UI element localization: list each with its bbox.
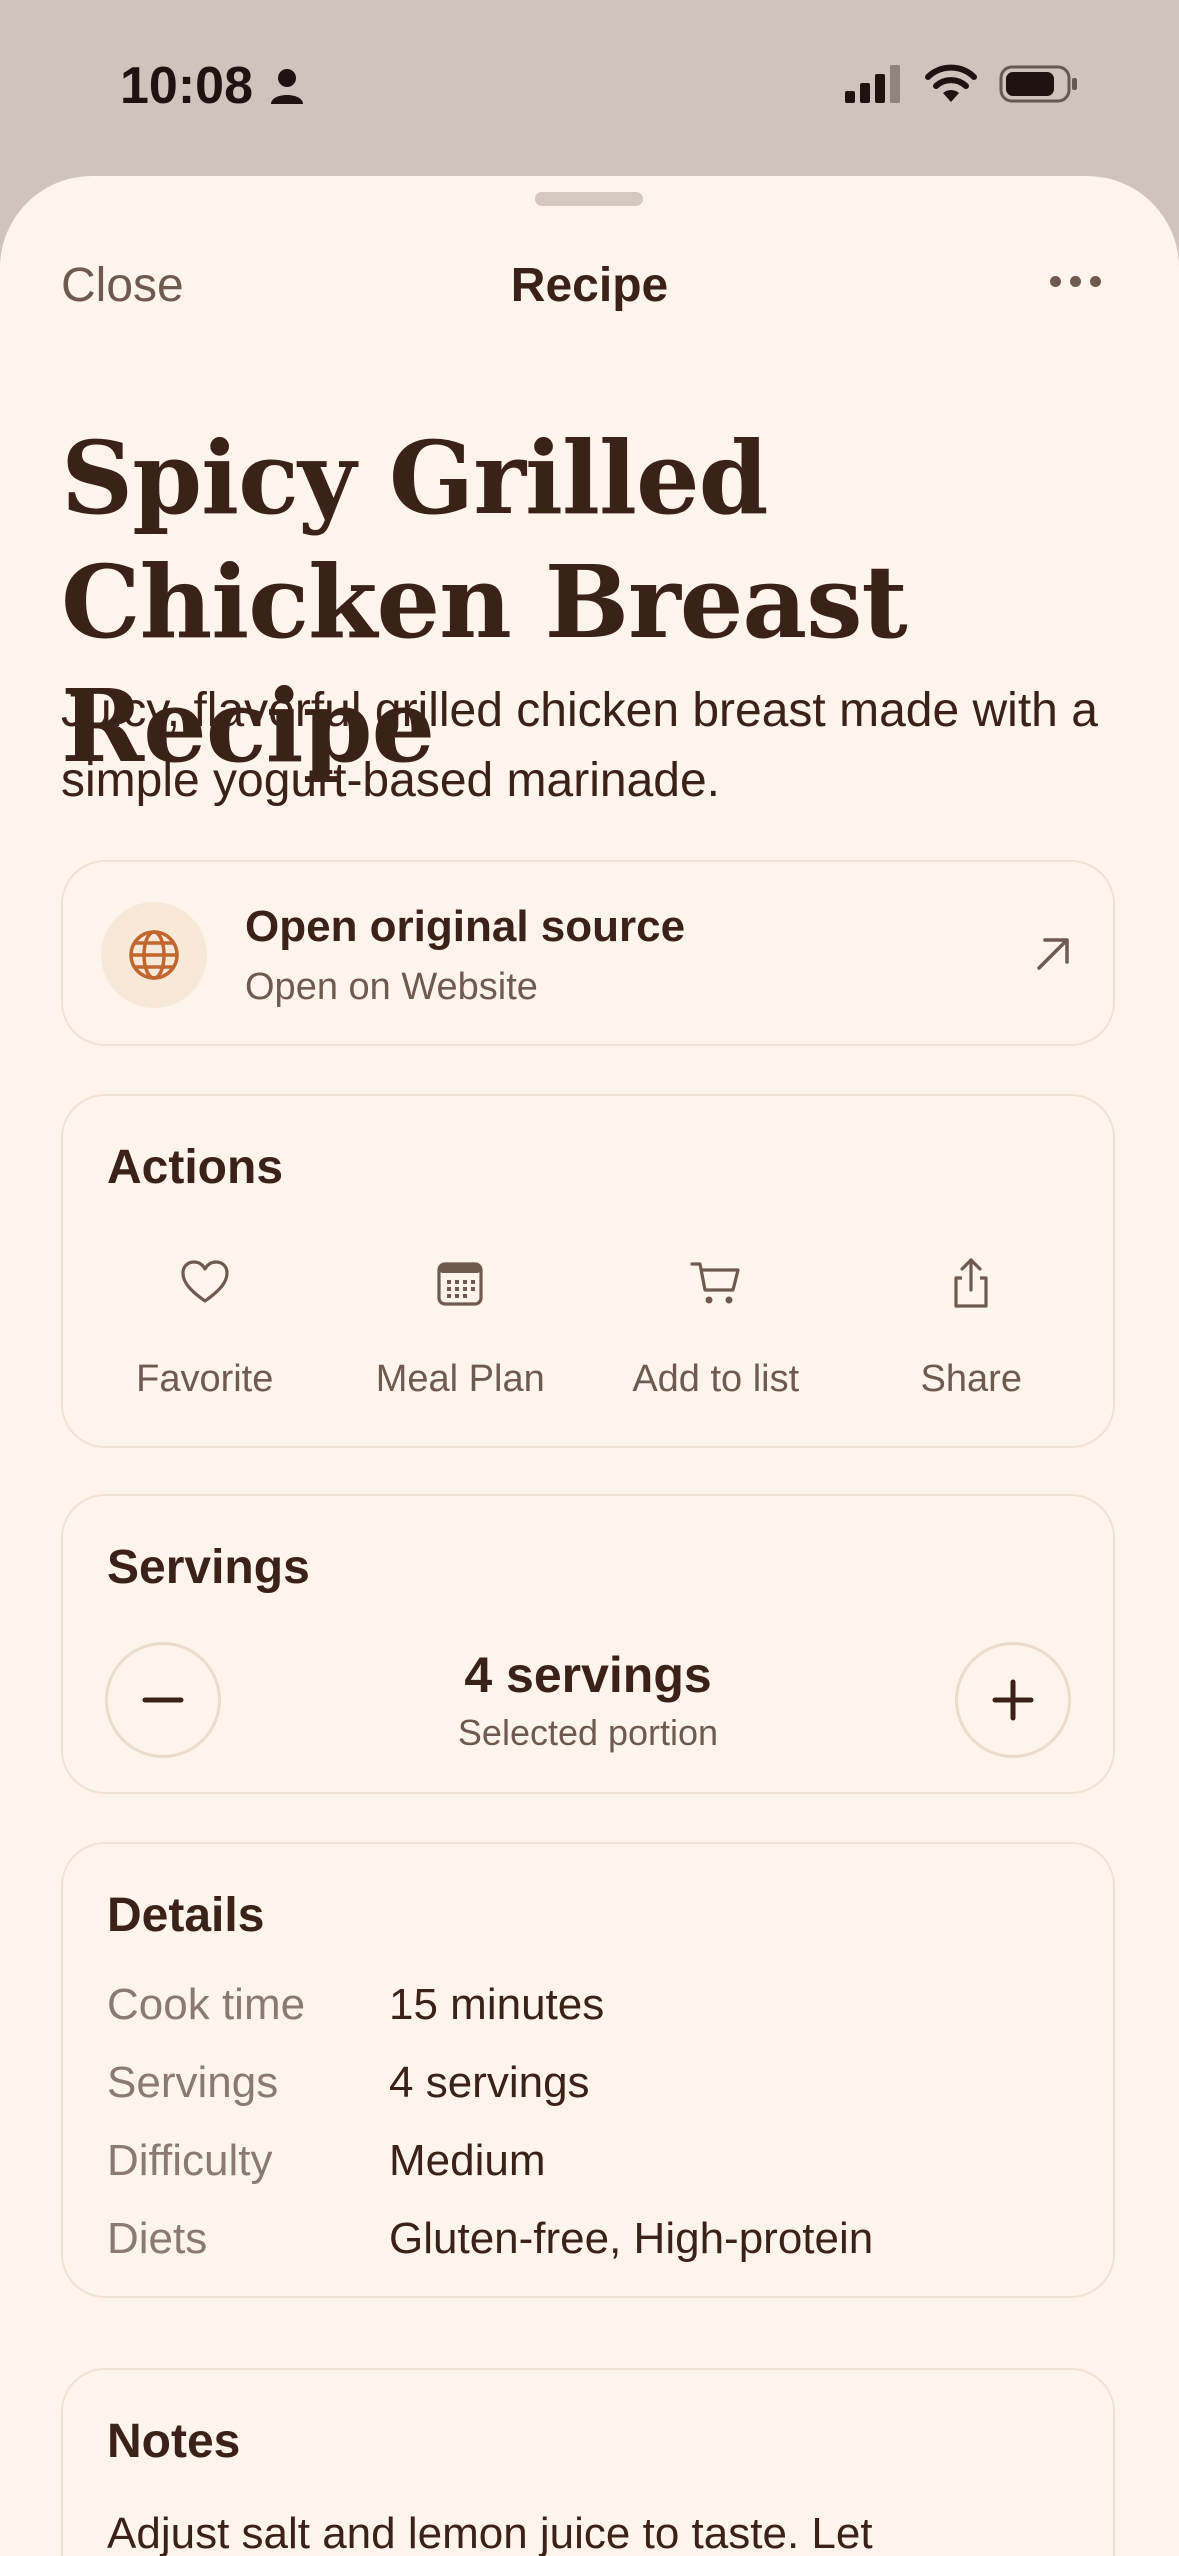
notes-text: Adjust salt and lemon juice to taste. Le…	[107, 2509, 873, 2556]
share-button[interactable]: Share	[844, 1256, 1100, 1401]
globe-icon	[129, 930, 179, 980]
servings-card: Servings 4 servings Selected portion	[61, 1494, 1115, 1794]
source-subtitle: Open on Website	[245, 966, 538, 1008]
plus-icon	[992, 1679, 1034, 1721]
status-time: 10:08	[120, 56, 307, 116]
meal-plan-button[interactable]: Meal Plan	[333, 1256, 589, 1401]
open-source-card[interactable]: Open original source Open on Website	[61, 860, 1115, 1046]
details-row-diets: Diets Gluten-free, High-protein	[107, 2214, 1069, 2274]
share-icon	[954, 1258, 988, 1308]
details-key: Diets	[107, 2214, 208, 2263]
status-time-label: 10:08	[120, 57, 253, 115]
notes-card: Notes Adjust salt and lemon juice to tas…	[61, 2368, 1115, 2556]
details-key: Difficulty	[107, 2136, 273, 2185]
cellular-signal-icon	[845, 65, 900, 103]
details-value: Medium	[389, 2136, 546, 2185]
add-to-list-button[interactable]: Add to list	[588, 1256, 844, 1401]
details-row-difficulty: Difficulty Medium	[107, 2136, 1069, 2196]
sheet-grabber[interactable]	[535, 192, 643, 206]
details-key: Servings	[107, 2058, 279, 2107]
details-heading: Details	[107, 1889, 265, 1942]
status-icons	[845, 64, 1079, 104]
recipe-description: Juicy, flavorful grilled chicken breast …	[61, 684, 1098, 807]
details-key: Cook time	[107, 1980, 306, 2029]
details-card: Details Cook time 15 minutes Servings 4 …	[61, 1842, 1115, 2298]
favorite-button[interactable]: Favorite	[77, 1256, 333, 1401]
servings-subtitle: Selected portion	[457, 1712, 719, 1753]
status-bar: 10:08	[0, 0, 1179, 175]
meal-plan-label: Meal Plan	[375, 1358, 545, 1400]
favorite-label: Favorite	[136, 1358, 274, 1400]
close-button[interactable]: Close	[61, 258, 184, 313]
cart-icon	[690, 1262, 740, 1304]
details-row-cook-time: Cook time 15 minutes	[107, 1980, 1069, 2040]
wifi-icon	[925, 64, 977, 102]
arrow-up-right-icon	[1031, 932, 1075, 981]
actions-heading: Actions	[107, 1141, 284, 1194]
nav-title: Recipe	[510, 259, 669, 312]
details-value: 4 servings	[389, 2058, 590, 2107]
battery-icon	[999, 65, 1077, 103]
more-options-button[interactable]	[1050, 276, 1101, 287]
person-icon	[271, 69, 303, 104]
details-value: Gluten-free, High-protein	[389, 2214, 874, 2263]
servings-heading: Servings	[107, 1541, 310, 1594]
ellipsis-icon	[1050, 276, 1061, 287]
actions-card: Actions Favorite Meal Plan Add to list S…	[61, 1094, 1115, 1448]
add-to-list-label: Add to list	[632, 1358, 800, 1400]
details-value: 15 minutes	[389, 1980, 605, 2029]
recipe-sheet: Close Recipe Spicy Grilled Chicken Breas…	[0, 176, 1179, 2556]
increase-servings-button[interactable]	[955, 1642, 1071, 1758]
globe-icon-wrap	[101, 902, 207, 1008]
notes-heading: Notes	[107, 2415, 241, 2468]
heart-icon	[181, 1260, 229, 1303]
share-label: Share	[920, 1358, 1022, 1400]
source-title: Open original source	[245, 902, 686, 951]
actions-row: Favorite Meal Plan Add to list Share	[77, 1256, 1099, 1401]
details-row-servings: Servings 4 servings	[107, 2058, 1069, 2118]
calendar-icon	[437, 1262, 483, 1306]
